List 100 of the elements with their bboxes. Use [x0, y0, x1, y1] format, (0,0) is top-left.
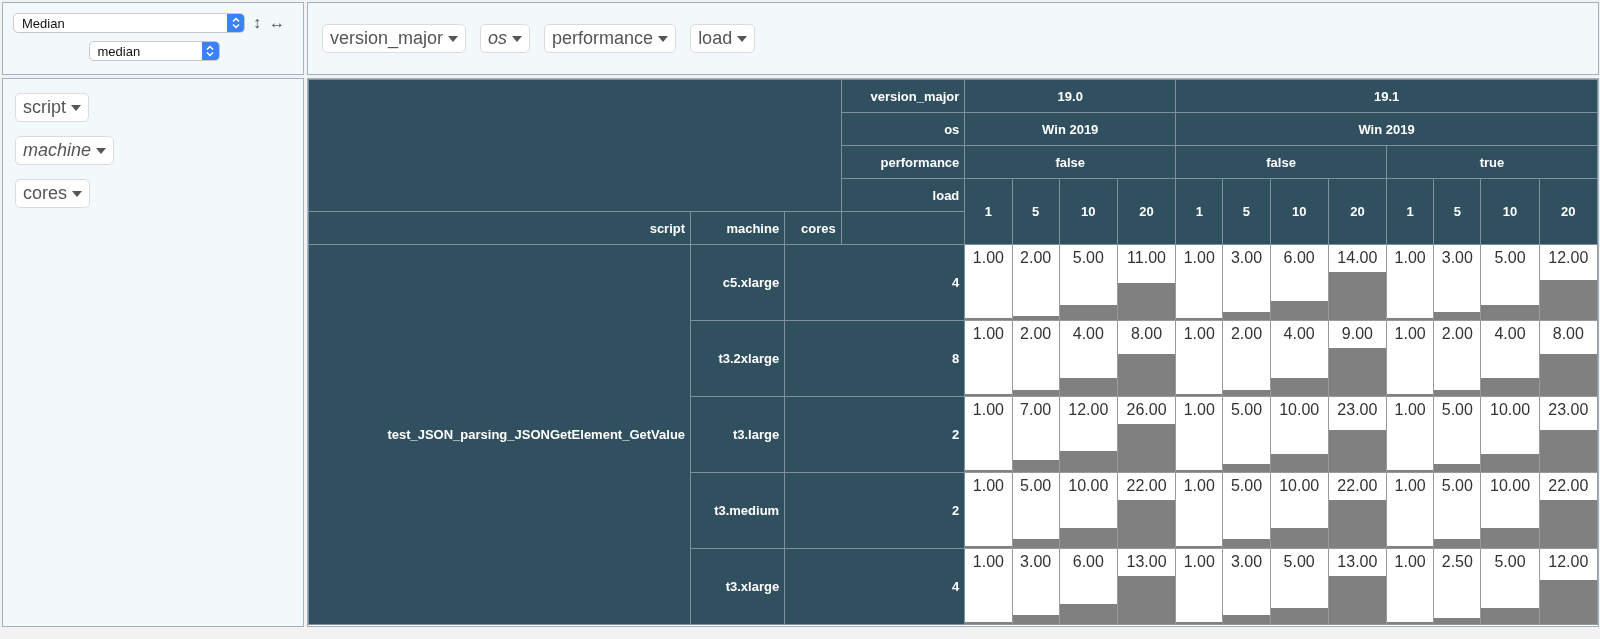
- row-header: t3.xlarge: [690, 548, 785, 625]
- table-cell-text: 3.00: [1440, 247, 1474, 267]
- caret-icon: [448, 35, 459, 42]
- row-attribute-label: cores: [784, 211, 842, 245]
- dropdown-select[interactable]: median: [88, 41, 220, 61]
- column-header: 10: [1270, 178, 1329, 245]
- table-cell-text: 13.00: [1336, 551, 1379, 571]
- caret-icon: [658, 35, 669, 42]
- table-cell-text: 10.00: [1278, 399, 1321, 419]
- attribute-pill[interactable]: version_major: [322, 24, 467, 53]
- table-cell-text: 1.00: [1182, 475, 1216, 495]
- table-cell-text: 12.00: [1067, 399, 1110, 419]
- table-cell-text: 5.00: [1282, 551, 1316, 571]
- attribute-pill[interactable]: cores: [15, 179, 90, 208]
- table-cell-text: 3.00: [1229, 551, 1264, 571]
- column-header: 1: [1175, 178, 1223, 245]
- column-header: 10: [1059, 178, 1118, 245]
- row-attribute-label: script: [308, 211, 691, 245]
- table-cell-text: 1.00: [1182, 247, 1216, 267]
- caret-icon: [512, 35, 523, 42]
- table-cell-text: 23.00: [1336, 399, 1379, 419]
- caret-icon: [96, 147, 107, 154]
- table-cell-text: 1.00: [971, 475, 1005, 495]
- caret-icon: [737, 35, 748, 42]
- table-cell-text: 12.00: [1547, 551, 1590, 571]
- attribute-pill[interactable]: script: [15, 93, 89, 122]
- table-cell-text: 1.00: [1182, 551, 1216, 571]
- dropdown-select[interactable]: Median: [13, 13, 245, 33]
- row-order-toggle[interactable]: ↕: [253, 14, 261, 32]
- table-cell-text: 5.00: [1229, 399, 1264, 419]
- table-cell-text: 8.00: [1129, 323, 1164, 343]
- column-header: 19.1: [1175, 79, 1598, 113]
- row-header: t3.2xlarge: [690, 320, 785, 397]
- table-cell-text: 6.00: [1071, 551, 1105, 571]
- column-attribute-label: version_major: [841, 79, 965, 113]
- stepper-arrows-icon: [201, 42, 219, 60]
- column-attribute-label: os: [841, 112, 965, 146]
- row-header: test_JSON_parsing_JSONGetElement_GetValue: [308, 244, 691, 625]
- table-cell-text: 2.00: [1019, 323, 1053, 343]
- column-header: 1: [1386, 178, 1434, 245]
- column-header: 10: [1480, 178, 1540, 245]
- attribute-pill[interactable]: machine: [15, 136, 115, 165]
- caret-icon: [71, 104, 81, 111]
- table-cell-text: 6.00: [1282, 247, 1316, 267]
- column-header: 5: [1012, 178, 1060, 245]
- column-header: false: [964, 145, 1176, 179]
- column-header: 20: [1117, 178, 1176, 245]
- column-order-toggle[interactable]: ↔: [269, 14, 285, 32]
- table-cell-text: 2.00: [1440, 323, 1474, 343]
- column-header: 5: [1433, 178, 1481, 245]
- table-cell-text: 14.00: [1336, 247, 1379, 267]
- table-cell-text: 1.00: [971, 323, 1005, 343]
- table-cell-text: 5.00: [1229, 475, 1264, 495]
- row-attribute-label: machine: [690, 211, 785, 245]
- table-cell-text: 2.00: [1229, 323, 1264, 343]
- table-cell-text: 12.00: [1547, 247, 1590, 267]
- table-cell-text: 10.00: [1489, 399, 1532, 419]
- table-cell-text: 1.00: [1393, 399, 1427, 419]
- row-header: 2: [784, 396, 965, 473]
- row-header: t3.large: [690, 396, 785, 473]
- column-header: false: [1175, 145, 1387, 179]
- column-header: true: [1386, 145, 1598, 179]
- attribute-pill[interactable]: load: [690, 24, 756, 53]
- attribute-pill[interactable]: performance: [544, 24, 677, 53]
- table-cell-text: 3.00: [1229, 247, 1264, 267]
- table-cell-text: 1.00: [1182, 323, 1216, 343]
- column-attribute-label: performance: [841, 145, 965, 179]
- table-cell-text: 1.00: [971, 551, 1005, 571]
- row-header: c5.xlarge: [690, 244, 785, 321]
- table-cell-text: 1.00: [971, 399, 1005, 419]
- row-header: 2: [784, 472, 965, 549]
- column-attribute-label: load: [841, 178, 965, 212]
- table-cell-text: 22.00: [1547, 475, 1590, 495]
- table-cell-text: 5.00: [1071, 247, 1105, 267]
- table-cell-text: 1.00: [971, 247, 1005, 267]
- table-cell-text: 5.00: [1440, 399, 1474, 419]
- table-cell-text: 2.50: [1440, 551, 1474, 571]
- table-cell-text: 4.00: [1071, 323, 1105, 343]
- table-cell-text: 13.00: [1125, 551, 1168, 571]
- row-header: t3.medium: [690, 472, 785, 549]
- row-header: 4: [784, 244, 965, 321]
- table-cell-text: 5.00: [1019, 475, 1053, 495]
- table-cell-text: 2.00: [1019, 247, 1053, 267]
- table-cell-text: 10.00: [1489, 475, 1532, 495]
- stepper-arrows-icon: [227, 14, 244, 32]
- table-cell-text: 5.00: [1493, 247, 1527, 267]
- table-cell-text: 5.00: [1493, 551, 1527, 571]
- table-cell-text: 5.00: [1440, 475, 1474, 495]
- table-cell-text: 1.00: [1393, 247, 1427, 267]
- column-header: 19.0: [964, 79, 1176, 113]
- attribute-pill[interactable]: os: [480, 24, 531, 53]
- table-cell-text: 1.00: [1393, 551, 1427, 571]
- table-cell-text: 23.00: [1547, 399, 1590, 419]
- table-cell-text: 7.00: [1019, 399, 1053, 419]
- column-header: Win 2019: [1175, 112, 1598, 146]
- row-header: 4: [784, 548, 965, 625]
- table-cell-text: 1.00: [1393, 475, 1427, 495]
- table-cell-text: 4.00: [1282, 323, 1316, 343]
- table-cell-text: 22.00: [1125, 475, 1168, 495]
- column-header: 1: [964, 178, 1012, 245]
